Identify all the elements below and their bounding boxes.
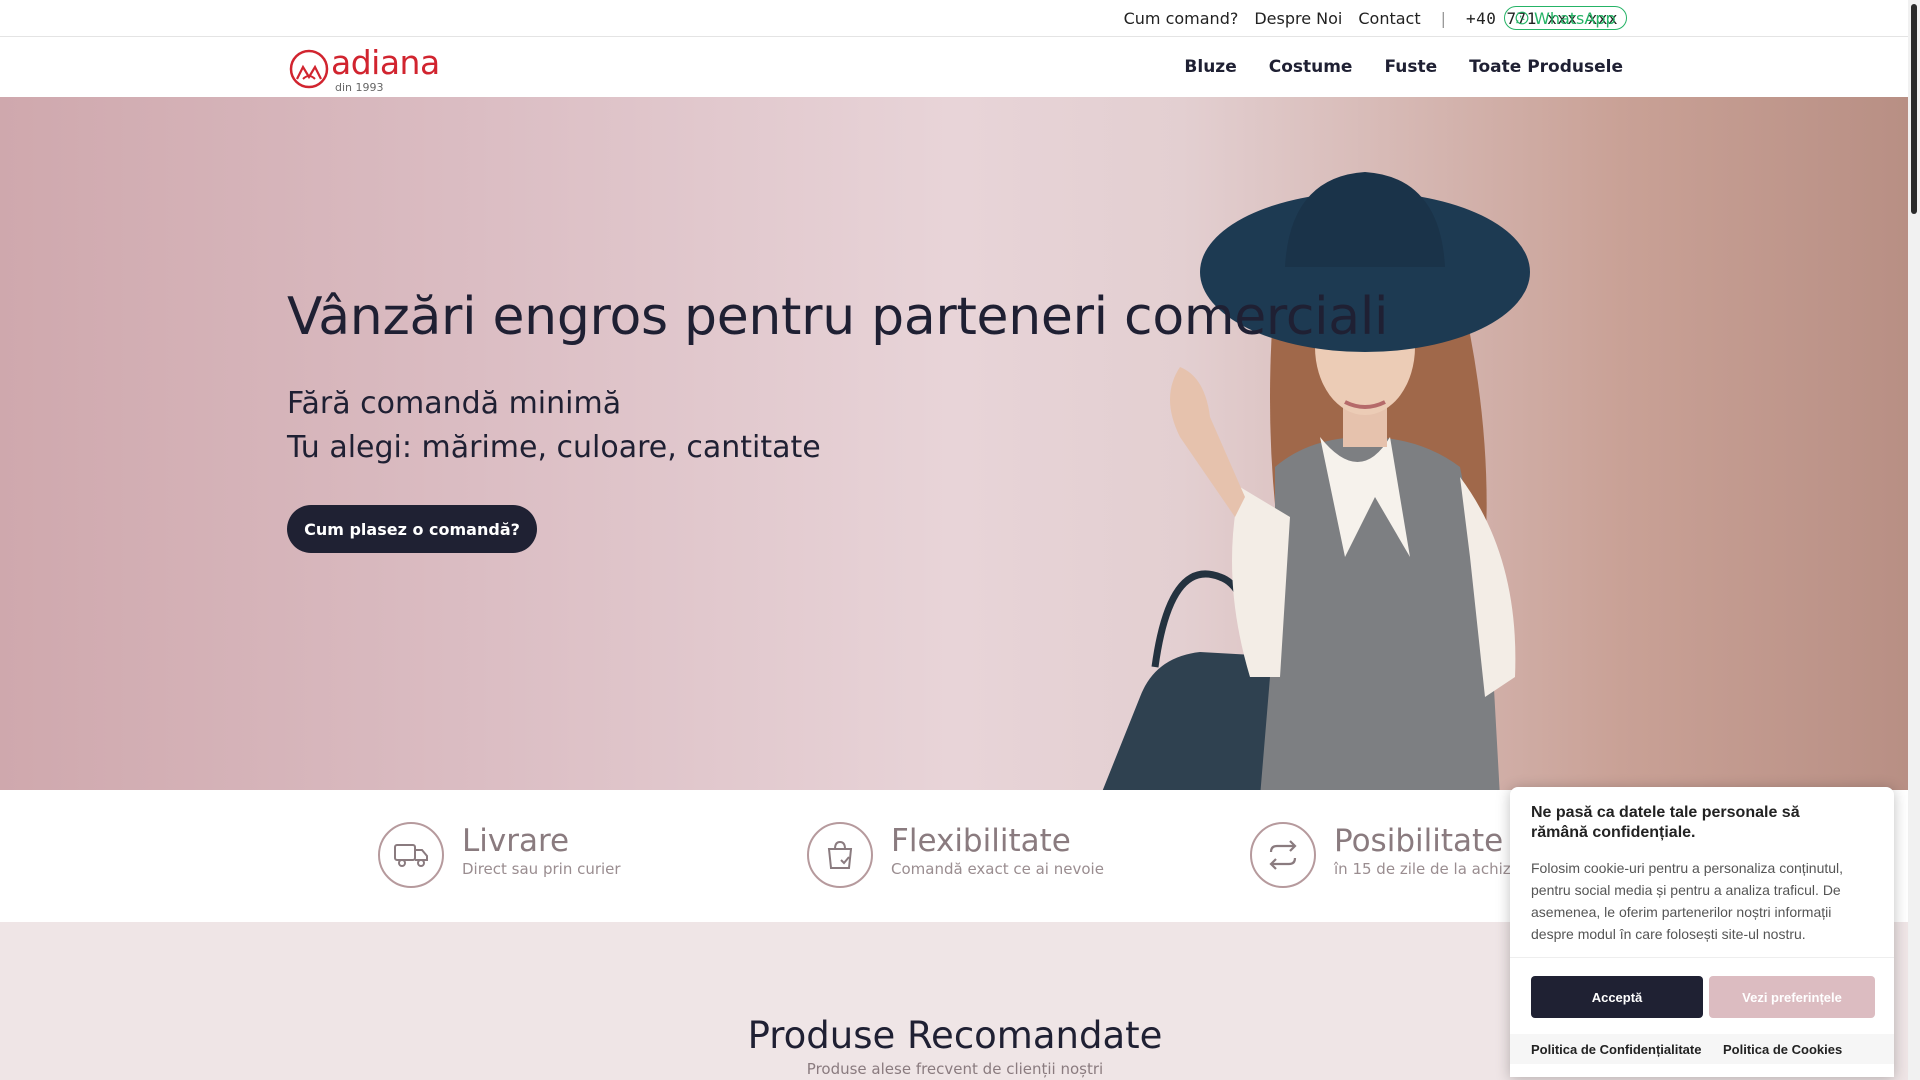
hero-model-image xyxy=(1102,172,1530,790)
scrollbar-thumb[interactable] xyxy=(1911,4,1917,214)
shopping-bag-check-icon xyxy=(807,822,873,888)
logo-since: din 1993 xyxy=(335,81,384,94)
feature-title: Livrare xyxy=(462,823,570,859)
feature-desc: în 15 de zile de la achizi xyxy=(1334,860,1515,878)
cookie-body: Folosim cookie-uri pentru a personaliza … xyxy=(1531,860,1844,942)
whatsapp-label: WhatsApp xyxy=(1534,8,1616,28)
top-bar: Cum comand? Despre Noi Contact | +40 771… xyxy=(0,0,1908,37)
nav-toate-produsele[interactable]: Toate Produsele xyxy=(1469,57,1623,77)
nav-costume[interactable]: Costume xyxy=(1269,57,1353,77)
hero-banner: Vânzări engros pentru parteneri comercia… xyxy=(0,97,1908,790)
logo-mark-icon xyxy=(289,49,329,89)
nav-bluze[interactable]: Bluze xyxy=(1184,57,1236,77)
cookie-footer: Politica de Confidențialitate Politica d… xyxy=(1510,1034,1894,1064)
return-arrows-icon xyxy=(1250,822,1316,888)
logo[interactable]: adiana din 1993 xyxy=(289,43,449,94)
cookie-preferences-button[interactable]: Vezi preferințele xyxy=(1709,976,1875,1018)
hero-title: Vânzări engros pentru parteneri comercia… xyxy=(287,287,1389,347)
top-link-despre-noi[interactable]: Despre Noi xyxy=(1254,9,1342,28)
feature-title: Flexibilitate xyxy=(891,823,1071,859)
main-nav: Bluze Costume Fuste Toate Produsele xyxy=(1184,37,1623,97)
hero-subtitle: Fără comandă minimă Tu alegi: mărime, cu… xyxy=(287,382,821,470)
cookie-title: Ne pasă ca datele tale personale să rămâ… xyxy=(1531,804,1800,841)
how-to-order-button[interactable]: Cum plasez o comandă? xyxy=(287,505,537,553)
nav-fuste[interactable]: Fuste xyxy=(1384,57,1437,77)
feature-desc: Direct sau prin curier xyxy=(462,860,621,878)
feature-title: Posibilitate R xyxy=(1334,823,1535,859)
whatsapp-icon xyxy=(1515,11,1529,25)
accept-cookies-button[interactable]: Acceptă xyxy=(1531,976,1703,1018)
cookie-consent-panel: Ne pasă ca datele tale personale să rămâ… xyxy=(1510,787,1894,1077)
feature-desc: Comandă exact ce ai nevoie xyxy=(891,860,1104,878)
hero-line-2: Tu alegi: mărime, culoare, cantitate xyxy=(287,430,821,465)
top-link-contact[interactable]: Contact xyxy=(1358,9,1420,28)
truck-icon xyxy=(378,822,444,888)
whatsapp-button[interactable]: WhatsApp xyxy=(1504,6,1627,30)
main-header: adiana din 1993 Bluze Costume Fuste Toat… xyxy=(0,37,1908,97)
logo-wordmark: adiana xyxy=(331,43,440,82)
hero-line-1: Fără comandă minimă xyxy=(287,386,622,421)
top-link-cum-comand[interactable]: Cum comand? xyxy=(1124,9,1239,28)
page-scrollbar[interactable] xyxy=(1908,0,1920,1080)
cookie-policy-link[interactable]: Politica de Cookies xyxy=(1723,1042,1842,1057)
cookie-divider xyxy=(1510,957,1894,958)
top-separator: | xyxy=(1440,8,1446,28)
privacy-policy-link[interactable]: Politica de Confidențialitate xyxy=(1531,1042,1701,1057)
